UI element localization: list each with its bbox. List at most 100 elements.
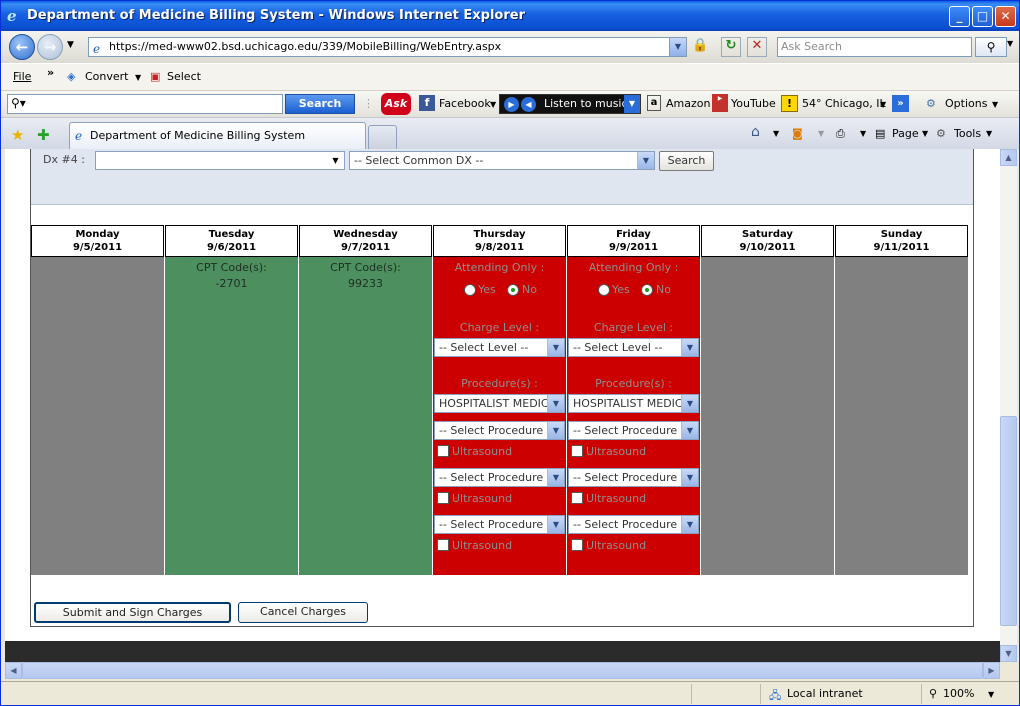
attending-no-radio[interactable]: [507, 284, 519, 296]
scroll-up-icon[interactable]: ▲: [1000, 149, 1017, 166]
ultrasound-checkbox-4[interactable]: [571, 539, 583, 551]
close-button[interactable]: ✕: [995, 6, 1016, 27]
horizontal-scrollbar[interactable]: ◀ ▶: [5, 662, 1000, 679]
charge-level-select[interactable]: -- Select Level -- ▼: [568, 338, 699, 357]
music-player[interactable]: ▶ ◀ Listen to music ▼: [499, 94, 641, 114]
attending-no-radio[interactable]: [641, 284, 653, 296]
play-icon[interactable]: ▶: [504, 97, 519, 112]
day-header: Sunday 9/11/2011: [835, 225, 968, 257]
home-icon[interactable]: ⌂: [751, 124, 760, 140]
day-body-billed: CPT Code(s): -2701: [165, 257, 298, 575]
charge-level-select[interactable]: -- Select Level -- ▼: [434, 338, 565, 357]
refresh-icon[interactable]: ↻: [721, 37, 741, 57]
submit-sign-charges-button[interactable]: Submit and Sign Charges: [34, 602, 231, 623]
dx-search-button[interactable]: Search: [659, 151, 714, 171]
search-options-icon[interactable]: ▼: [1007, 39, 1013, 48]
stop-icon[interactable]: ✕: [747, 37, 767, 57]
toolbar-search-button[interactable]: Search: [285, 94, 355, 114]
page-menu[interactable]: Page: [892, 127, 919, 140]
procedure-select-3[interactable]: -- Select Procedure -- ▼: [568, 468, 699, 487]
ultrasound-checkbox-3[interactable]: [571, 492, 583, 504]
procedure-select-1[interactable]: HOSPITALIST MEDICINE ▼: [434, 394, 565, 413]
add-favorite-icon[interactable]: ✚: [37, 126, 50, 144]
youtube-link[interactable]: YouTube: [731, 97, 776, 110]
attending-yes-radio[interactable]: [464, 284, 476, 296]
scroll-left-icon[interactable]: ◀: [5, 662, 22, 679]
procedure-select-1[interactable]: HOSPITALIST MEDICINE ▼: [568, 394, 699, 413]
print-icon[interactable]: ⎙: [836, 127, 845, 141]
file-menu[interactable]: File: [13, 70, 31, 83]
procedure-value: -- Select Procedure --: [439, 471, 555, 484]
search-input[interactable]: Ask Search: [777, 37, 972, 57]
lock-icon[interactable]: 🔒: [692, 38, 708, 53]
common-dx-select[interactable]: -- Select Common DX -- ▼: [349, 151, 655, 170]
tab-page-icon: e: [75, 129, 83, 143]
day-name: Wednesday: [333, 229, 398, 240]
tools-menu[interactable]: Tools: [954, 127, 981, 140]
facebook-dropdown-icon[interactable]: ▼: [490, 100, 496, 109]
vertical-scroll-thumb[interactable]: [1000, 416, 1017, 626]
favorites-star-icon[interactable]: ★: [11, 126, 24, 144]
page-dropdown-icon[interactable]: ▼: [922, 129, 928, 138]
new-tab-button[interactable]: [368, 125, 397, 149]
procedure-select-3[interactable]: -- Select Procedure -- ▼: [434, 468, 565, 487]
select-menu[interactable]: Select: [167, 70, 201, 83]
convert-dropdown-icon[interactable]: ▼: [135, 73, 141, 82]
horizontal-scroll-thumb[interactable]: [22, 662, 983, 679]
facebook-link[interactable]: Facebook: [439, 97, 491, 110]
volume-icon[interactable]: ◀: [521, 97, 536, 112]
convert-menu[interactable]: Convert: [85, 70, 129, 83]
procedure-select-4[interactable]: -- Select Procedure -- ▼: [568, 515, 699, 534]
options-dropdown-icon[interactable]: ▼: [992, 100, 998, 109]
tab-billing-system[interactable]: e Department of Medicine Billing System: [69, 122, 366, 150]
feeds-icon[interactable]: ◙: [792, 127, 803, 140]
ultrasound-checkbox-3[interactable]: [437, 492, 449, 504]
search-go-button[interactable]: ⚲: [975, 37, 1007, 57]
amazon-link[interactable]: Amazon: [666, 97, 710, 110]
more-toolbar-icon[interactable]: »: [892, 95, 909, 112]
procedure-select-2[interactable]: -- Select Procedure -- ▼: [434, 421, 565, 440]
back-button[interactable]: ←: [9, 34, 35, 60]
attending-yes-radio[interactable]: [598, 284, 610, 296]
forward-button[interactable]: →: [37, 34, 63, 60]
procedure-select-4[interactable]: -- Select Procedure -- ▼: [434, 515, 565, 534]
title-bar: e Department of Medicine Billing System …: [1, 1, 1019, 31]
ask-toolbar: ⚲▾ Search ⋮ Ask f Facebook ▼ ▶ ◀ Listen …: [1, 90, 1019, 117]
tab-bar: ★ ✚ e Department of Medicine Billing Sys…: [1, 117, 1019, 150]
procedure-select-2[interactable]: -- Select Procedure -- ▼: [568, 421, 699, 440]
history-dropdown-icon[interactable]: ▼: [67, 40, 74, 50]
home-dropdown-icon[interactable]: ▼: [773, 129, 779, 138]
weather-dropdown-icon[interactable]: ▼: [880, 100, 886, 109]
zoom-dropdown-icon[interactable]: ▼: [988, 690, 994, 699]
options-menu[interactable]: Options: [945, 97, 987, 110]
music-dropdown-icon[interactable]: ▼: [624, 95, 640, 113]
more-menus-chevron[interactable]: »: [47, 66, 54, 79]
feeds-dropdown-icon[interactable]: ▼: [818, 129, 824, 138]
print-dropdown-icon[interactable]: ▼: [860, 129, 866, 138]
maximize-button[interactable]: □: [972, 6, 993, 27]
address-field[interactable]: e https://med-www02.bsd.uchicago.edu/339…: [88, 37, 687, 57]
alert-icon[interactable]: !: [781, 95, 798, 112]
address-dropdown-icon[interactable]: ▼: [669, 38, 686, 56]
select-icon: ▣: [150, 70, 161, 83]
minimize-button[interactable]: _: [949, 6, 970, 27]
cancel-charges-button[interactable]: Cancel Charges: [238, 602, 368, 623]
page-footer-bar: [5, 641, 1000, 662]
vertical-scrollbar[interactable]: ▲ ▼: [1000, 149, 1017, 662]
ultrasound-checkbox-4[interactable]: [437, 539, 449, 551]
procedures-label: Procedure(s) :: [595, 377, 672, 390]
procedures-label: Procedure(s) :: [461, 377, 538, 390]
music-label: Listen to music: [544, 97, 628, 110]
ultrasound-checkbox-2[interactable]: [571, 445, 583, 457]
scroll-right-icon[interactable]: ▶: [983, 662, 1000, 679]
cpt-value: 99233: [348, 277, 383, 290]
zoom-level[interactable]: 100%: [943, 687, 974, 700]
dx4-select[interactable]: ▼: [95, 151, 345, 170]
toolbar-search-input[interactable]: ⚲▾: [7, 94, 283, 114]
weather-link[interactable]: 54° Chicago, IL: [802, 97, 886, 110]
tools-dropdown-icon[interactable]: ▼: [986, 129, 992, 138]
page-icon: e: [93, 42, 101, 56]
ultrasound-checkbox-2[interactable]: [437, 445, 449, 457]
scroll-down-icon[interactable]: ▼: [1000, 645, 1017, 662]
ask-logo[interactable]: Ask: [381, 93, 411, 115]
